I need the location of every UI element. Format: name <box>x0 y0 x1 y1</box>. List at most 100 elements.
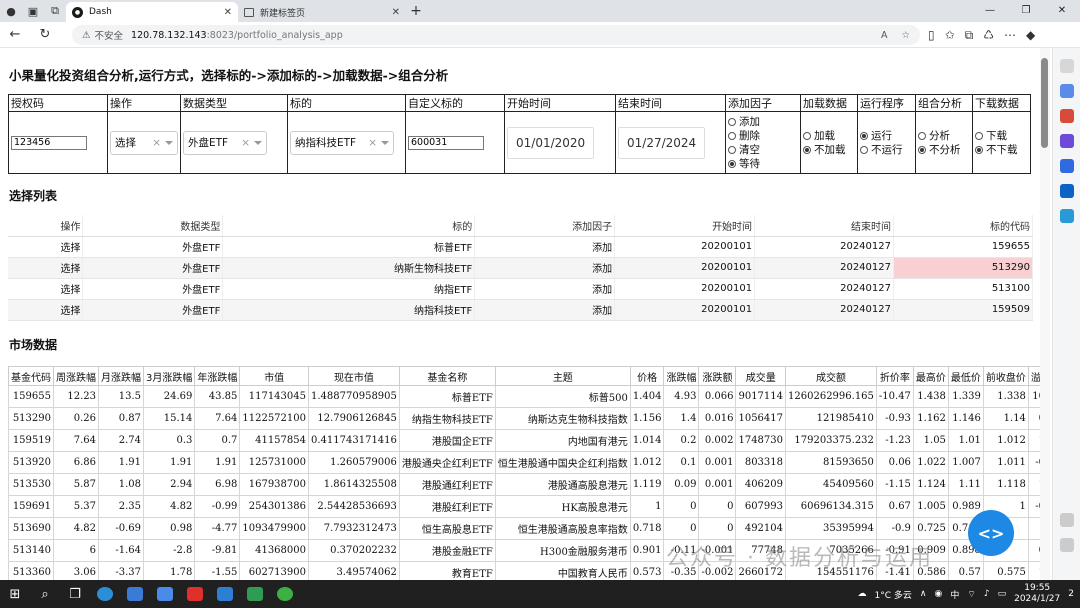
radio-load[interactable]: 加载 <box>803 129 855 143</box>
radio-clear[interactable]: 清空 <box>728 143 798 157</box>
wifi-icon[interactable]: ⌔ <box>967 589 975 600</box>
mail-icon[interactable] <box>120 580 150 608</box>
clear-icon[interactable]: × <box>368 137 377 149</box>
clock[interactable]: 19:55 2024/1/27 <box>1014 583 1060 605</box>
radio-no-analyze[interactable]: 不分析 <box>918 143 970 157</box>
url-field[interactable]: ⚠ 不安全 120.78.132.143 :8023/portfolio_ana… <box>72 25 920 45</box>
windows-start-icon[interactable]: ⊞ <box>0 580 30 608</box>
market-column-header: 前收盘价 <box>982 366 1029 386</box>
split-screen-icon[interactable]: ▯ <box>928 28 935 42</box>
radio-analyze[interactable]: 分析 <box>918 129 970 143</box>
custom-target-input[interactable] <box>408 135 484 150</box>
clock-date: 2024/1/27 <box>1014 594 1061 604</box>
ime-indicator[interactable]: 中 <box>950 588 959 601</box>
table-row[interactable]: 159691 5.37 2.35 4.82 -0.99 254301386 2.544285… <box>8 495 1040 518</box>
target-cell: 纳指科技ETF × <box>287 111 406 174</box>
table-row[interactable]: 513690 4.82 -0.69 0.98 -4.77 1093479900 7.7932… <box>8 517 1040 540</box>
outlook-icon[interactable] <box>1059 184 1074 198</box>
table-cell: -0.69 <box>98 517 144 540</box>
radio-wait[interactable]: 等待 <box>728 157 798 171</box>
table-cell: 0.91 <box>1027 539 1040 562</box>
table-row[interactable]: 选择 外盘ETF 纳指ETF 添加 20200101 20240127 513100 <box>8 278 1033 300</box>
table-row[interactable]: 513920 6.86 1.91 1.91 1.91 125731000 1.2605790… <box>8 451 1040 474</box>
search-icon[interactable] <box>1059 59 1074 73</box>
settings-gear-icon[interactable] <box>1059 538 1074 552</box>
battery-icon[interactable]: ▭ <box>998 589 1007 599</box>
table-cell: 1.05 <box>912 429 949 452</box>
table-cell: 0.7 <box>194 429 241 452</box>
vscode-icon[interactable] <box>210 580 240 608</box>
radio-add[interactable]: 添加 <box>728 115 798 129</box>
refresh-icon[interactable]: ↻ <box>30 27 60 42</box>
radio-download[interactable]: 下载 <box>975 129 1028 143</box>
favorite-star-icon[interactable]: ☆ <box>901 30 910 41</box>
table-row[interactable]: 159519 7.64 2.74 0.3 0.7 41157854 0.4117431714… <box>8 429 1040 452</box>
read-aloud-icon[interactable]: A <box>881 30 888 41</box>
toolbox-icon[interactable] <box>1059 109 1074 123</box>
close-window-icon[interactable]: ✕ <box>1044 0 1080 22</box>
search-icon[interactable]: ⌕ <box>30 580 60 608</box>
clear-icon[interactable]: × <box>152 137 161 149</box>
radio-no-download[interactable]: 不下载 <box>975 143 1028 157</box>
table-row[interactable]: 选择 外盘ETF 标普ETF 添加 20200101 20240127 159655 <box>8 236 1033 258</box>
scroll-thumb[interactable] <box>1041 58 1048 148</box>
clear-icon[interactable]: × <box>241 137 250 149</box>
tab-actions-icon[interactable]: ⧉ <box>44 0 66 22</box>
header-add-factor: 添加因子 <box>725 94 801 112</box>
back-icon[interactable]: ← <box>0 27 30 42</box>
tab-dash[interactable]: ● Dash ✕ <box>66 2 238 22</box>
workspaces-icon[interactable]: ▣ <box>22 0 44 22</box>
tab-new[interactable]: 新建标签页 ✕ <box>238 2 406 22</box>
new-tab-button[interactable]: + <box>406 2 426 22</box>
selection-column-header: 操作 <box>8 215 84 237</box>
more-icon[interactable]: ⋯ <box>1004 28 1016 42</box>
table-row[interactable]: 513290 0.26 0.87 15.14 7.64 1122572100 12.7906… <box>8 407 1040 430</box>
radio-run[interactable]: 运行 <box>860 129 913 143</box>
copilot-icon[interactable]: ◆ <box>1026 28 1035 42</box>
huawei-icon[interactable] <box>180 580 210 608</box>
tray-overflow-icon[interactable]: ∧ <box>920 589 927 599</box>
table-row[interactable]: 选择 外盘ETF 纳斯生物科技ETF 添加 20200101 20240127 513290 <box>8 257 1033 279</box>
edge-icon[interactable] <box>90 580 120 608</box>
table-row[interactable]: 159655 12.23 13.5 24.69 43.85 117143045 1.4887… <box>8 385 1040 408</box>
radio-no-run[interactable]: 不运行 <box>860 143 913 157</box>
start-date-picker[interactable]: 01/01/2020 <box>507 126 595 159</box>
table-cell: 12.7906126845 <box>308 407 400 430</box>
data-type-dropdown[interactable]: 外盘ETF × <box>183 130 267 155</box>
radio-label: 不分析 <box>929 143 961 156</box>
network-icon[interactable]: ◉ <box>935 589 943 599</box>
code-toggle-button[interactable]: <> <box>968 510 1014 556</box>
games-icon[interactable] <box>1059 134 1074 148</box>
notification-badge[interactable]: 2 <box>1068 589 1074 599</box>
close-icon[interactable]: ✕ <box>224 7 232 18</box>
terminal-icon[interactable] <box>240 580 270 608</box>
table-cell: 纳指生物科技ETF <box>398 407 496 430</box>
table-row[interactable]: 选择 外盘ETF 纳指科技ETF 添加 20200101 20240127 159509 <box>8 299 1033 321</box>
operation-dropdown[interactable]: 选择 × <box>110 130 178 155</box>
radio-delete[interactable]: 删除 <box>728 129 798 143</box>
tag-icon[interactable] <box>1059 84 1074 98</box>
table-row[interactable]: 513530 5.87 1.08 2.94 6.98 167938700 1.8614325… <box>8 473 1040 496</box>
table-cell: 1.08 <box>98 473 144 496</box>
extensions-icon[interactable]: ♺ <box>983 28 994 42</box>
table-cell: 添加 <box>474 236 616 258</box>
store-icon[interactable] <box>150 580 180 608</box>
auth-code-input[interactable] <box>11 135 87 150</box>
end-date-picker[interactable]: 01/27/2024 <box>618 126 706 159</box>
drop-icon[interactable] <box>1059 209 1074 223</box>
table-cell: 添加 <box>474 299 616 321</box>
volume-icon[interactable]: ♪ <box>984 589 990 599</box>
favorites-icon[interactable]: ✩ <box>945 28 955 42</box>
office-icon[interactable] <box>1059 159 1074 173</box>
profile-icon[interactable]: ● <box>0 0 22 22</box>
collections-icon[interactable]: ⧉ <box>965 28 974 43</box>
wechat-icon[interactable] <box>270 580 300 608</box>
weather-text[interactable]: 1°C 多云 <box>875 588 912 601</box>
task-view-icon[interactable]: ❐ <box>60 580 90 608</box>
target-dropdown[interactable]: 纳指科技ETF × <box>290 130 394 155</box>
radio-no-load[interactable]: 不加载 <box>803 143 855 157</box>
close-icon[interactable]: ✕ <box>392 7 400 18</box>
minimize-icon[interactable]: — <box>972 0 1008 22</box>
add-icon[interactable] <box>1059 513 1074 527</box>
maximize-icon[interactable]: ❐ <box>1008 0 1044 22</box>
